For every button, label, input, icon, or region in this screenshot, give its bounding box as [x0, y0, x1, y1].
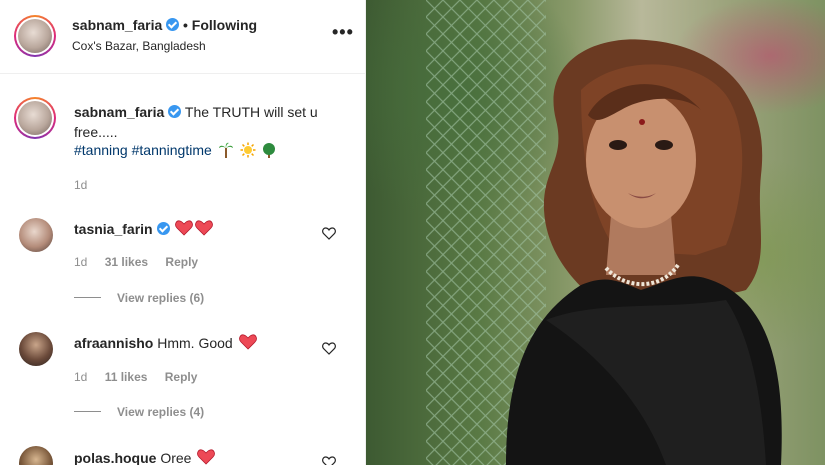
caption-hashtags[interactable]: #tanning #tanningtime	[74, 142, 277, 158]
red-heart-emoji	[175, 220, 194, 236]
photo-subject	[506, 39, 782, 465]
verified-badge-icon	[168, 105, 182, 118]
comment-likes[interactable]: 31 likes	[105, 255, 148, 269]
heart-outline-icon[interactable]	[322, 456, 336, 465]
red-heart-emoji	[238, 334, 257, 350]
caption-username[interactable]: sabnam_faria	[74, 104, 164, 120]
post-header: sabnam_faria • Following Cox's Bazar, Ba…	[0, 0, 365, 74]
view-replies-button[interactable]: View replies (4)	[74, 405, 204, 419]
author-avatar[interactable]	[14, 15, 56, 57]
follow-status[interactable]: • Following	[183, 17, 257, 33]
palm-tree-emoji	[218, 142, 233, 158]
hashtag-links[interactable]: #tanning #tanningtime	[74, 142, 212, 158]
comment-avatar[interactable]	[19, 446, 53, 465]
comment-meta: 1d 11 likes Reply	[74, 370, 211, 384]
comment-username[interactable]: afraannisho	[74, 335, 153, 351]
comment-time[interactable]: 1d	[74, 255, 87, 269]
reply-button[interactable]: Reply	[165, 255, 198, 269]
comment-username[interactable]: polas.hoque	[74, 450, 156, 465]
comment-avatar[interactable]	[19, 218, 53, 252]
post-photo[interactable]	[366, 0, 825, 465]
heart-outline-icon[interactable]	[322, 342, 336, 355]
instagram-post-window: sabnam_faria • Following Cox's Bazar, Ba…	[0, 0, 825, 465]
red-heart-emoji	[195, 220, 214, 236]
tree-emoji	[263, 143, 276, 158]
comment-text: afraannisho Hmm. Good	[74, 334, 257, 351]
comment-body: Hmm. Good	[157, 335, 233, 351]
caption: sabnam_faria The TRUTH will set u free..…	[74, 102, 344, 142]
comment-text: tasnia_farin	[74, 220, 214, 237]
author-username[interactable]: sabnam_faria	[72, 17, 180, 33]
view-replies-button[interactable]: View replies (6)	[74, 291, 204, 305]
red-heart-emoji	[197, 449, 216, 465]
comment-time[interactable]: 1d	[74, 370, 87, 384]
comment-likes[interactable]: 11 likes	[105, 370, 148, 384]
verified-badge-icon	[156, 222, 170, 235]
heart-outline-icon[interactable]	[322, 227, 336, 240]
comment-avatar[interactable]	[19, 332, 53, 366]
comment-text: polas.hoque Oree	[74, 449, 216, 465]
caption-time[interactable]: 1d	[74, 178, 87, 192]
verified-badge-icon	[166, 18, 180, 31]
comment-username[interactable]: tasnia_farin	[74, 221, 153, 237]
sun-emoji	[240, 142, 256, 158]
comment-body: Oree	[160, 450, 192, 465]
post-sidebar: sabnam_faria • Following Cox's Bazar, Ba…	[0, 0, 366, 465]
reply-button[interactable]: Reply	[165, 370, 198, 384]
author-username-text[interactable]: sabnam_faria	[72, 17, 162, 33]
post-location[interactable]: Cox's Bazar, Bangladesh	[72, 39, 206, 53]
caption-avatar[interactable]	[14, 97, 56, 139]
more-options-icon[interactable]: •••	[332, 22, 354, 43]
comment-meta: 1d 31 likes Reply	[74, 255, 212, 269]
